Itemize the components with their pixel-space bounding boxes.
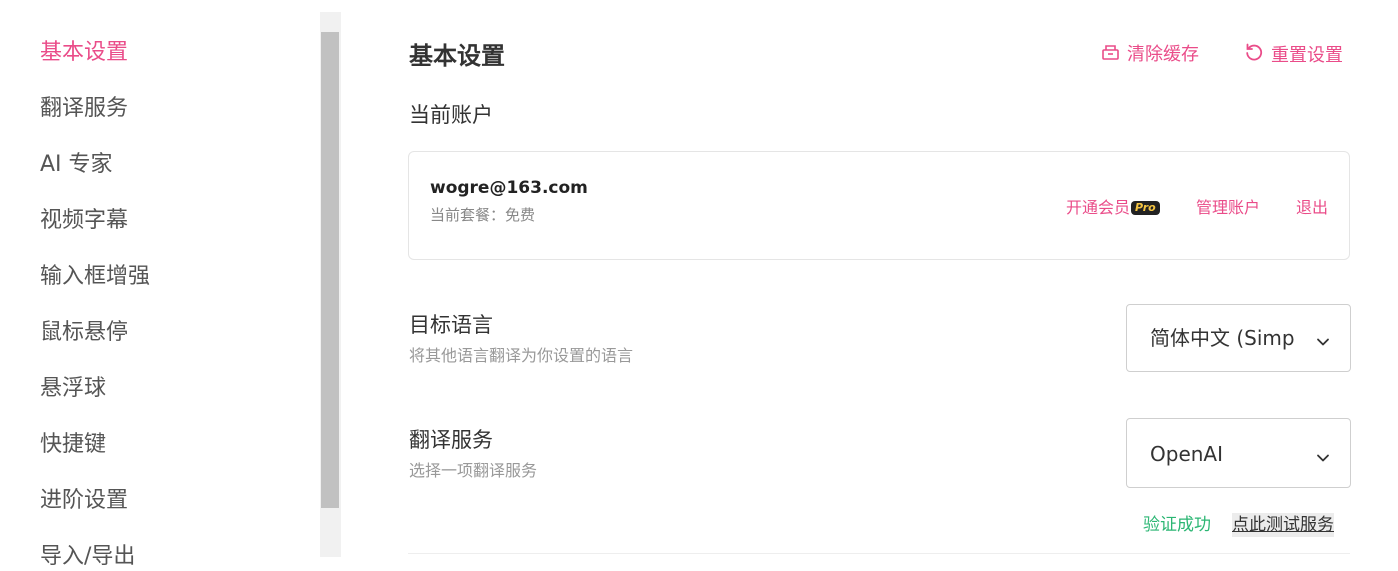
sidebar-item-mouse-hover[interactable]: 鼠标悬停 — [40, 319, 128, 347]
sidebar-item-advanced-settings[interactable]: 进阶设置 — [40, 487, 128, 515]
upgrade-label: 开通会员 — [1066, 198, 1131, 217]
translation-service-value: OpenAI — [1150, 442, 1223, 466]
logout-link[interactable]: 退出 — [1296, 197, 1328, 219]
sidebar-item-floating-ball[interactable]: 悬浮球 — [40, 375, 106, 403]
reset-label: 重置设置 — [1271, 45, 1343, 66]
chevron-down-icon — [1316, 448, 1330, 467]
divider — [408, 553, 1350, 554]
account-plan: 当前套餐：免费 — [430, 206, 536, 224]
account-email: wogre@163.com — [430, 178, 588, 198]
sidebar-item-ai-expert[interactable]: AI 专家 — [40, 151, 113, 179]
cache-box-icon — [1101, 42, 1127, 68]
manage-account-link[interactable]: 管理账户 — [1196, 197, 1260, 219]
chevron-down-icon — [1316, 332, 1330, 351]
target-language-title: 目标语言 — [409, 313, 493, 337]
sidebar-item-basic-settings[interactable]: 基本设置 — [40, 39, 128, 67]
test-service-link[interactable]: 点此测试服务 — [1232, 513, 1334, 537]
upgrade-membership-link[interactable]: 开通会员 Pro — [1066, 197, 1160, 219]
sidebar-item-translation-service[interactable]: 翻译服务 — [40, 95, 128, 123]
translation-service-description: 选择一项翻译服务 — [409, 461, 538, 480]
account-card: wogre@163.com 当前套餐：免费 开通会员 Pro 管理账户 退出 — [408, 151, 1350, 260]
page-title: 基本设置 — [409, 42, 505, 70]
sidebar-item-input-enhance[interactable]: 输入框增强 — [40, 263, 150, 291]
translation-service-select[interactable]: OpenAI — [1126, 418, 1351, 488]
clear-cache-label: 清除缓存 — [1127, 44, 1199, 65]
verify-status: 验证成功 — [1143, 515, 1211, 535]
sidebar-item-import-export[interactable]: 导入/导出 — [40, 543, 135, 571]
sidebar: 基本设置 翻译服务 AI 专家 视频字幕 输入框增强 鼠标悬停 悬浮球 快捷键 … — [0, 0, 320, 569]
current-account-label: 当前账户 — [409, 103, 493, 127]
sidebar-item-video-subtitles[interactable]: 视频字幕 — [40, 207, 128, 235]
target-language-select[interactable]: 简体中文 (Simplified Chinese) — [1126, 304, 1351, 372]
translation-service-title: 翻译服务 — [409, 428, 493, 452]
sidebar-item-shortcuts[interactable]: 快捷键 — [40, 431, 106, 459]
reset-settings-button[interactable]: 重置设置 — [1244, 42, 1343, 70]
target-language-value: 简体中文 (Simplified Chinese) — [1150, 326, 1295, 350]
main-content: 基本设置 清除缓存 重置设置 当前账户 wogre@163.com 当前套餐：免… — [341, 0, 1398, 557]
target-language-description: 将其他语言翻译为你设置的语言 — [409, 346, 634, 365]
reset-icon — [1244, 42, 1271, 70]
sidebar-scrollbar-thumb[interactable] — [321, 32, 339, 508]
clear-cache-button[interactable]: 清除缓存 — [1101, 42, 1199, 68]
pro-badge: Pro — [1131, 201, 1160, 215]
